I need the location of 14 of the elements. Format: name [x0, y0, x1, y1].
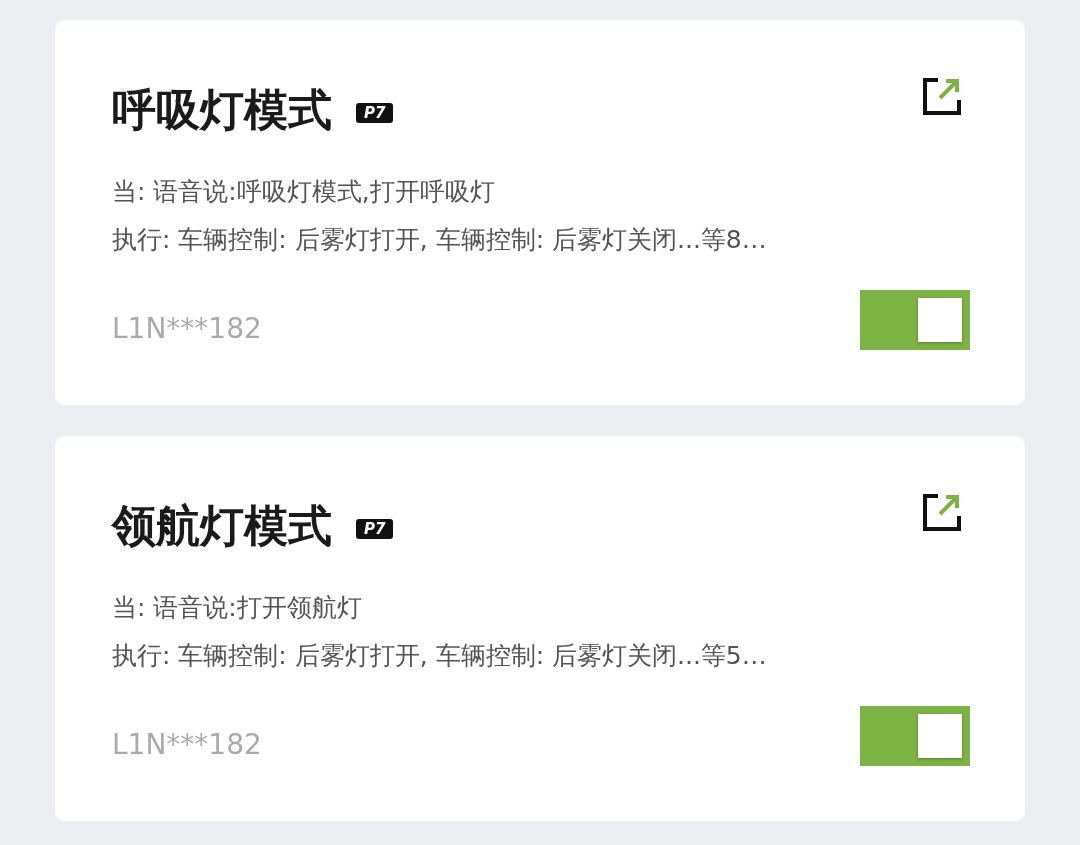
trigger-text: 当: 语音说:打开领航灯: [112, 592, 363, 624]
action-text: 执行: 车辆控制: 后雾灯打开, 车辆控制: 后雾灯关闭...等5…: [112, 640, 768, 672]
plate-number: L1N***182: [112, 727, 262, 761]
card-title: 呼吸灯模式: [112, 83, 332, 137]
toggle-switch[interactable]: [860, 706, 970, 766]
share-icon[interactable]: [922, 76, 962, 116]
trigger-text: 当: 语音说:呼吸灯模式,打开呼吸灯: [112, 176, 496, 208]
action-text: 执行: 车辆控制: 后雾灯打开, 车辆控制: 后雾灯关闭...等8…: [112, 224, 768, 256]
plate-number: L1N***182: [112, 311, 262, 345]
toggle-switch[interactable]: [860, 290, 970, 350]
card-title: 领航灯模式: [112, 499, 332, 553]
share-icon[interactable]: [922, 492, 962, 532]
model-badge: P7: [356, 519, 394, 539]
model-badge: P7: [356, 103, 394, 123]
